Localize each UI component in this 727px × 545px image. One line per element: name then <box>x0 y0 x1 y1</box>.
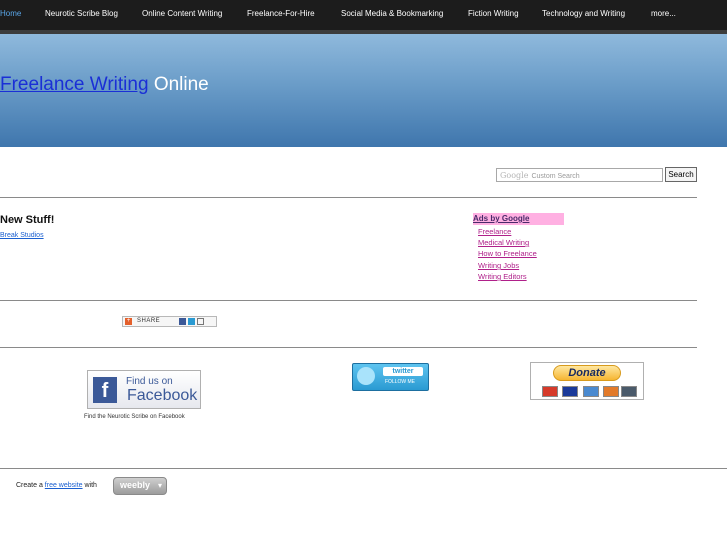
facebook-caption: Find the Neurotic Scribe on Facebook <box>84 414 185 420</box>
twitter-wordmark: twitter <box>383 367 423 376</box>
nav-item-social-media[interactable]: Social Media & Bookmarking <box>341 9 443 18</box>
twitter-bird-icon <box>357 367 375 385</box>
search-input[interactable]: Google Custom Search <box>496 168 663 182</box>
plus-icon: + <box>125 318 132 325</box>
facebook-line2: Facebook <box>127 387 198 404</box>
nav-item-neurotic-scribe-blog[interactable]: Neurotic Scribe Blog <box>45 9 118 18</box>
visa-icon <box>562 386 578 397</box>
divider <box>0 468 727 469</box>
share-button[interactable]: + SHARE <box>122 316 217 327</box>
header-banner: Freelance Writing Online <box>0 34 727 147</box>
ad-link-writing-editors[interactable]: Writing Editors <box>478 272 527 281</box>
search-placeholder: Custom Search <box>531 173 580 180</box>
footer-text: Create a free website with <box>16 482 97 489</box>
email-icon <box>197 318 204 325</box>
top-nav: Home Neurotic Scribe Blog Online Content… <box>0 0 727 34</box>
section-heading: New Stuff! <box>0 214 55 226</box>
facebook-icon <box>179 318 186 325</box>
divider <box>0 300 697 301</box>
nav-item-freelance-for-hire[interactable]: Freelance-For-Hire <box>247 9 315 18</box>
nav-item-online-content-writing[interactable]: Online Content Writing <box>142 9 222 18</box>
discover-icon <box>603 386 619 397</box>
divider <box>0 197 697 198</box>
nav-item-home[interactable]: Home <box>0 9 21 18</box>
site-title: Freelance Writing Online <box>0 74 209 96</box>
mastercard-icon <box>542 386 558 397</box>
site-title-rest: Online <box>148 74 209 95</box>
chevron-down-icon: ▾ <box>158 481 163 490</box>
amex-icon <box>583 386 599 397</box>
weebly-badge[interactable]: weebly ▾ <box>113 477 167 495</box>
twitter-icon <box>188 318 195 325</box>
ad-link-freelance[interactable]: Freelance <box>478 227 511 236</box>
ad-link-medical-writing[interactable]: Medical Writing <box>478 238 529 247</box>
ad-link-how-to-freelance[interactable]: How to Freelance <box>478 249 537 258</box>
ad-link-writing-jobs[interactable]: Writing Jobs <box>478 261 519 270</box>
twitter-follow-button[interactable]: twitter FOLLOW ME <box>352 363 429 391</box>
paypal-donate-widget: Donate <box>530 362 644 400</box>
share-label: SHARE <box>137 318 161 324</box>
donate-button[interactable]: Donate <box>553 365 621 381</box>
nav-item-fiction-writing[interactable]: Fiction Writing <box>468 9 519 18</box>
free-website-link[interactable]: free website <box>45 482 83 489</box>
facebook-line1: Find us on <box>126 376 173 387</box>
footer-prefix: Create a <box>16 482 45 489</box>
weebly-label: weebly <box>120 480 151 490</box>
search-button[interactable]: Search <box>665 167 697 182</box>
nav-item-more[interactable]: more... <box>651 9 676 18</box>
bank-icon <box>621 386 637 397</box>
ads-heading[interactable]: Ads by Google <box>473 213 564 225</box>
facebook-badge[interactable]: f Find us on Facebook <box>87 370 201 409</box>
facebook-logo-icon: f <box>93 377 117 403</box>
site-title-link[interactable]: Freelance Writing <box>0 74 149 95</box>
nav-item-technology-and-writing[interactable]: Technology and Writing <box>542 9 625 18</box>
twitter-follow-label: FOLLOW ME <box>385 379 416 385</box>
footer-suffix: with <box>82 482 97 489</box>
divider <box>0 347 697 348</box>
google-logo: Google <box>500 171 529 180</box>
break-studios-link[interactable]: Break Studios <box>0 232 44 239</box>
